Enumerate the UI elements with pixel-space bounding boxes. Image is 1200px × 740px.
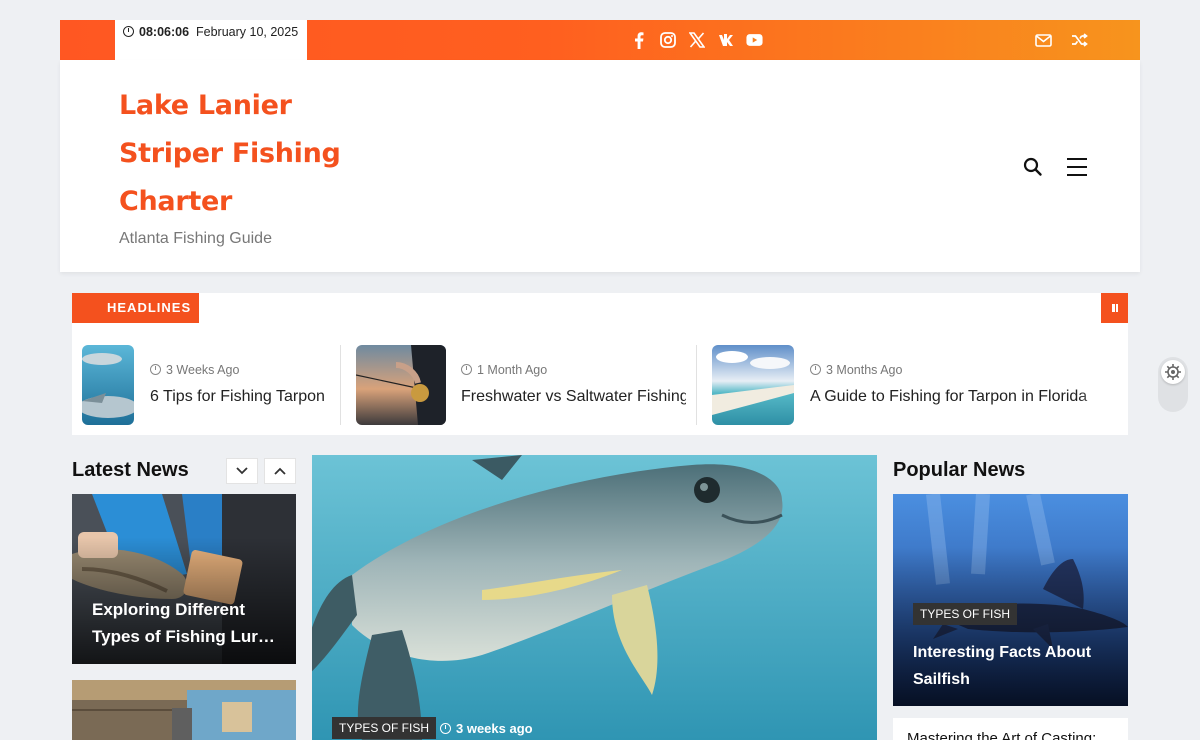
settings-widget[interactable] bbox=[1158, 357, 1188, 412]
current-time: 08:06:06 bbox=[139, 25, 190, 39]
ticker-fade bbox=[1078, 383, 1118, 409]
top-right-actions bbox=[1034, 30, 1088, 50]
headline-thumbnail[interactable] bbox=[82, 345, 134, 425]
clock-icon bbox=[440, 723, 451, 734]
vk-icon[interactable] bbox=[717, 30, 734, 50]
headline-date: 3 Weeks Ago bbox=[166, 363, 240, 377]
card-title[interactable]: Exploring Different Types of Fishing Lur… bbox=[92, 596, 282, 650]
headline-item[interactable]: 1 Month Ago Freshwater vs Saltwater Fish… bbox=[356, 345, 686, 425]
site-header: Lake Lanier Striper Fishing Charter Atla… bbox=[60, 60, 1140, 272]
headline-item[interactable]: 3 Months Ago A Guide to Fishing for Tarp… bbox=[712, 345, 1092, 425]
latest-news-up-button[interactable] bbox=[264, 458, 296, 484]
chevron-up-icon bbox=[274, 467, 286, 475]
card-image bbox=[72, 680, 296, 740]
popular-category-tag[interactable]: TYPES OF FISH bbox=[913, 603, 1018, 625]
featured-meta: 3 weeks ago bbox=[440, 721, 533, 736]
current-date: February 10, 2025 bbox=[196, 25, 299, 39]
headline-title[interactable]: Freshwater vs Saltwater Fishing bbox=[461, 388, 686, 406]
clock-icon bbox=[810, 364, 821, 375]
popular-news-card[interactable]: Mastering the Art of Casting: bbox=[893, 718, 1128, 740]
social-links bbox=[630, 30, 763, 50]
pause-icon[interactable] bbox=[1101, 293, 1128, 323]
headlines-ticker: HEADLINES 3 Weeks Ago 6 Tips for Fishing… bbox=[72, 293, 1128, 435]
headline-title[interactable]: 6 Tips for Fishing Tarpon bbox=[150, 388, 332, 406]
card-title[interactable]: Mastering the Art of Casting: bbox=[907, 730, 1096, 740]
divider bbox=[696, 345, 697, 425]
site-title[interactable]: Lake Lanier Striper Fishing Charter bbox=[119, 82, 359, 226]
latest-news-card[interactable]: Exploring Different Types of Fishing Lur… bbox=[72, 494, 296, 664]
site-tagline: Atlanta Fishing Guide bbox=[119, 230, 272, 247]
featured-image bbox=[312, 455, 877, 740]
search-icon[interactable] bbox=[1022, 156, 1044, 178]
headline-thumbnail[interactable] bbox=[356, 345, 446, 425]
headline-item[interactable]: 3 Weeks Ago 6 Tips for Fishing Tarpon bbox=[82, 345, 332, 425]
clock-icon bbox=[123, 26, 134, 37]
youtube-icon[interactable] bbox=[746, 30, 763, 50]
popular-news-heading: Popular News bbox=[893, 459, 1026, 481]
headline-title[interactable]: A Guide to Fishing for Tarpon in Florida bbox=[810, 388, 1092, 406]
hamburger-menu-icon[interactable] bbox=[1066, 156, 1088, 178]
clock-icon bbox=[461, 364, 472, 375]
instagram-icon[interactable] bbox=[659, 30, 676, 50]
gear-icon[interactable] bbox=[1161, 360, 1185, 384]
facebook-icon[interactable] bbox=[630, 30, 647, 50]
popular-news-card[interactable]: TYPES OF FISH Interesting Facts About Sa… bbox=[893, 494, 1128, 706]
mail-icon[interactable] bbox=[1034, 30, 1052, 50]
clock-icon bbox=[150, 364, 161, 375]
headline-date: 3 Months Ago bbox=[826, 363, 903, 377]
top-bar: 08:06:06 February 10, 2025 bbox=[60, 20, 1140, 60]
headline-thumbnail[interactable] bbox=[712, 345, 794, 425]
latest-news-down-button[interactable] bbox=[226, 458, 258, 484]
headline-date: 1 Month Ago bbox=[477, 363, 548, 377]
card-title[interactable]: Interesting Facts About Sailfish bbox=[913, 639, 1113, 693]
latest-news-heading: Latest News bbox=[72, 459, 189, 481]
featured-category-tag[interactable]: TYPES OF FISH bbox=[332, 717, 437, 739]
divider bbox=[340, 345, 341, 425]
date-time-box: 08:06:06 February 10, 2025 bbox=[115, 20, 307, 60]
chevron-down-icon bbox=[236, 467, 248, 475]
x-icon[interactable] bbox=[688, 30, 705, 50]
shuffle-icon[interactable] bbox=[1070, 30, 1088, 50]
featured-post[interactable]: TYPES OF FISH 3 weeks ago bbox=[312, 455, 877, 740]
headlines-label: HEADLINES bbox=[72, 293, 199, 323]
featured-date: 3 weeks ago bbox=[456, 721, 533, 736]
latest-news-card[interactable] bbox=[72, 680, 296, 740]
